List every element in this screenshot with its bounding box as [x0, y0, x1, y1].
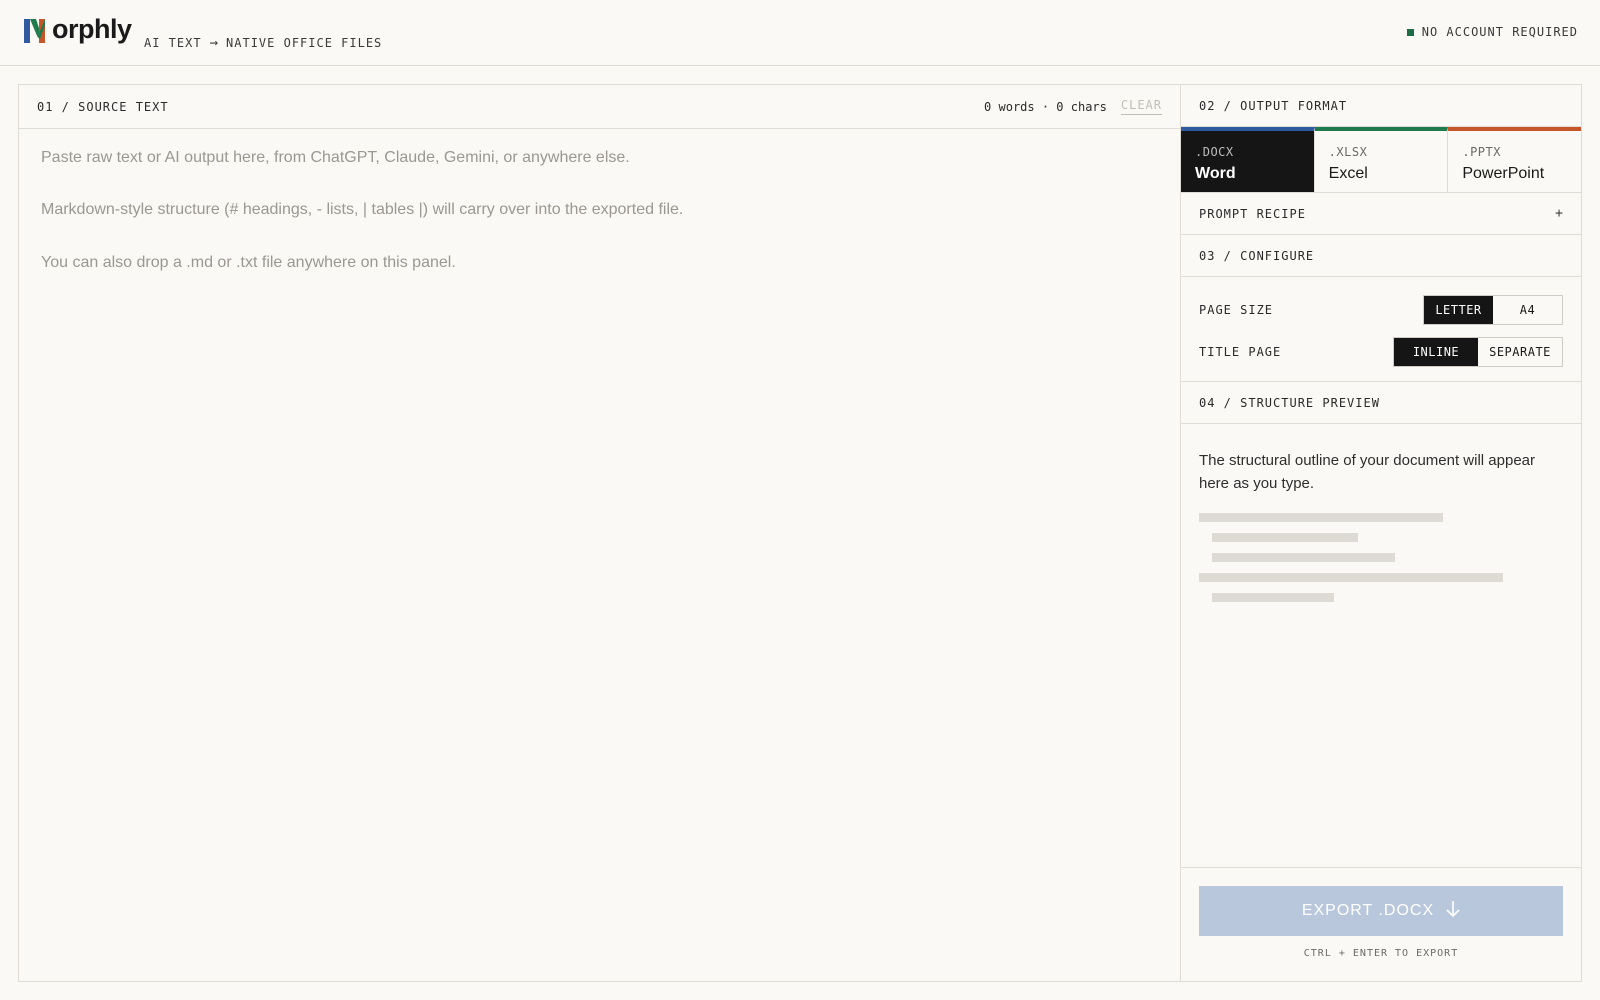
title-page-label: TITLE PAGE [1199, 345, 1282, 359]
configure-section-label: 03 / CONFIGURE [1199, 248, 1315, 263]
page-size-label: PAGE SIZE [1199, 303, 1274, 317]
format-option-xlsx[interactable]: .XLSX Excel [1314, 127, 1449, 192]
format-name: Excel [1328, 165, 1368, 182]
skeleton-line [1199, 513, 1443, 522]
logo[interactable]: orphly [24, 16, 132, 43]
structure-preview-label: 04 / STRUCTURE PREVIEW [1199, 395, 1380, 410]
format-option-docx[interactable]: .DOCX Word [1181, 127, 1315, 192]
title-page-separate-button[interactable]: SEPARATE [1478, 338, 1562, 366]
format-name: PowerPoint [1462, 165, 1545, 182]
page-size-toggle: LETTER A4 [1423, 295, 1563, 325]
title-page-row: TITLE PAGE INLINE SEPARATE [1199, 331, 1563, 373]
download-arrow-icon [1446, 900, 1460, 923]
tagline-target: NATIVE OFFICE FILES [226, 36, 383, 50]
outline-skeleton [1199, 513, 1563, 613]
page-size-row: PAGE SIZE LETTER A4 [1199, 289, 1563, 331]
source-panel-header: 01 / SOURCE TEXT 0 words · 0 chars CLEAR [19, 85, 1180, 129]
source-section-label: 01 / SOURCE TEXT [37, 99, 169, 114]
source-stats: 0 words · 0 chars CLEAR [984, 98, 1162, 115]
tagline: AI TEXT → NATIVE OFFICE FILES [144, 35, 382, 51]
structure-preview-header: 04 / STRUCTURE PREVIEW [1181, 382, 1581, 424]
account-status: NO ACCOUNT REQUIRED [1406, 25, 1578, 39]
source-text-input[interactable]: Paste raw text or AI output here, from C… [41, 147, 1160, 304]
prompt-recipe-label: PROMPT RECIPE [1199, 206, 1306, 221]
prompt-recipe-toggle[interactable]: PROMPT RECIPE + [1181, 193, 1581, 235]
account-status-label: NO ACCOUNT REQUIRED [1421, 25, 1578, 39]
title-page-inline-button[interactable]: INLINE [1394, 338, 1478, 366]
app-header: orphly AI TEXT → NATIVE OFFICE FILES NO … [0, 0, 1600, 66]
placeholder-line: Markdown-style structure (# headings, - … [41, 201, 684, 219]
format-picker: .DOCX Word .XLSX Excel .PPTX PowerPoint [1181, 127, 1582, 193]
title-page-toggle: INLINE SEPARATE [1393, 337, 1563, 367]
workspace: 01 / SOURCE TEXT 0 words · 0 chars CLEAR… [18, 84, 1582, 982]
output-format-header: 02 / OUTPUT FORMAT [1181, 85, 1581, 127]
settings-panel: 02 / OUTPUT FORMAT .DOCX Word .XLSX Exce… [1181, 85, 1582, 981]
format-ext: .XLSX [1328, 145, 1368, 159]
placeholder-line: Paste raw text or AI output here, from C… [41, 149, 630, 166]
status-dot-icon [1406, 28, 1414, 36]
structure-preview-text: The structural outline of your document … [1199, 452, 1536, 492]
placeholder-line: You can also drop a .md or .txt file any… [41, 253, 456, 271]
export-shortcut-hint: CTRL + ENTER TO EXPORT [1303, 948, 1459, 959]
export-button-label: EXPORT .DOCX [1301, 902, 1435, 919]
skeleton-line [1212, 593, 1334, 602]
word-char-count: 0 words · 0 chars [984, 99, 1107, 114]
page-size-a4-button[interactable]: A4 [1493, 296, 1562, 324]
format-ext: .DOCX [1195, 145, 1234, 159]
format-ext: .PPTX [1462, 145, 1501, 159]
skeleton-line [1212, 533, 1358, 542]
source-panel[interactable]: 01 / SOURCE TEXT 0 words · 0 chars CLEAR… [19, 85, 1181, 981]
export-button[interactable]: EXPORT .DOCX [1199, 886, 1563, 936]
arrow-right-icon: → [209, 35, 219, 51]
logo-mark-icon [24, 19, 51, 43]
logo-wordmark: orphly [52, 14, 132, 44]
configure-options: PAGE SIZE LETTER A4 TITLE PAGE INLINE SE… [1181, 277, 1581, 382]
plus-icon: + [1555, 206, 1563, 221]
configure-header: 03 / CONFIGURE [1181, 235, 1581, 277]
format-name: Word [1195, 165, 1236, 182]
skeleton-line [1212, 553, 1395, 562]
clear-button[interactable]: CLEAR [1120, 98, 1162, 115]
output-section-label: 02 / OUTPUT FORMAT [1199, 98, 1348, 113]
skeleton-line [1199, 573, 1503, 582]
page-size-letter-button[interactable]: LETTER [1424, 296, 1493, 324]
format-option-pptx[interactable]: .PPTX PowerPoint [1448, 127, 1582, 192]
export-section: EXPORT .DOCX CTRL + ENTER TO EXPORT [1181, 867, 1581, 981]
tagline-source: AI TEXT [144, 36, 202, 50]
